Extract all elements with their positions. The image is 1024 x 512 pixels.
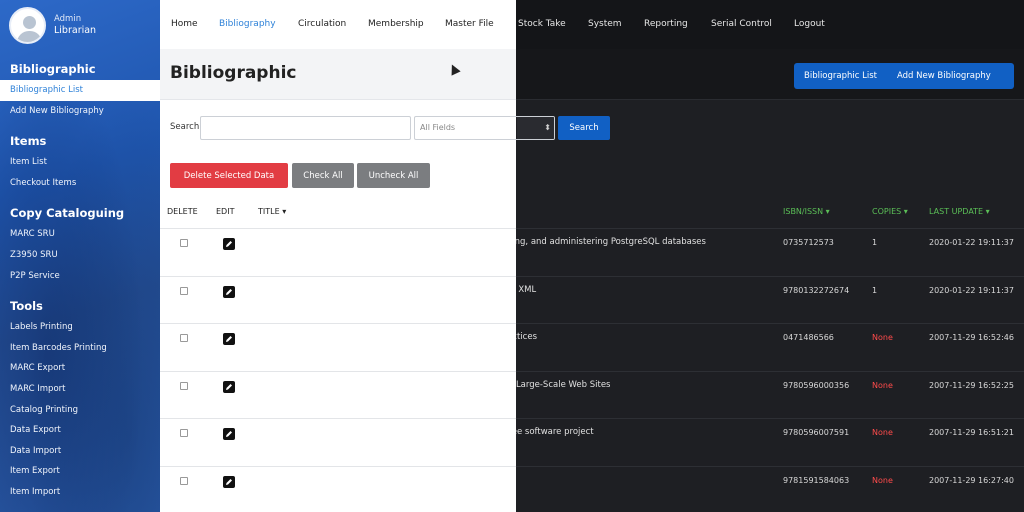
row-isbn: 9780132272674: [783, 285, 850, 295]
row-copies: 1: [872, 238, 878, 247]
nav-circulation[interactable]: Circulation: [298, 0, 346, 49]
sidebar-item-data-import[interactable]: Data Import: [0, 441, 160, 462]
nav-bibliography[interactable]: Bibliography: [219, 0, 276, 49]
row-divider: [160, 370, 516, 372]
search-label: Search: [170, 122, 200, 132]
row-divider: [160, 418, 516, 419]
row-last-update: 2007-11-29 16:52:25: [929, 380, 1014, 390]
delete-selected-button[interactable]: Delete Selected Data: [170, 163, 288, 188]
search-button[interactable]: Search: [558, 116, 610, 140]
header-copies[interactable]: COPIES ▾: [872, 207, 908, 216]
row-last-update: 2020-01-22 19:11:37: [929, 285, 1014, 295]
row-divider: [516, 228, 1024, 229]
sidebar-item-z3950-sru[interactable]: Z3950 SRU: [0, 245, 160, 266]
sidebar-item-item-export[interactable]: Item Export: [0, 461, 160, 482]
row-divider: [516, 275, 1024, 277]
sidebar-item-p2p-service[interactable]: P2P Service: [0, 266, 160, 287]
search-input[interactable]: [200, 116, 411, 140]
edit-pencil-icon[interactable]: [223, 285, 235, 298]
sidebar-section-title: Tools: [10, 299, 43, 314]
row-isbn: 9780596000356: [783, 380, 850, 390]
sidebar-item-item-list[interactable]: Item List: [0, 152, 160, 173]
select-arrows-icon: ⬍: [544, 123, 551, 132]
sidebar: Admin Librarian Bibliographic Bibliograph…: [0, 0, 160, 512]
sidebar-item-item-barcodes-printing[interactable]: Item Barcodes Printing: [0, 338, 160, 359]
nav-reporting[interactable]: Reporting: [644, 0, 688, 49]
row-divider: [516, 418, 1024, 419]
header-button-group: Bibliographic List Add New Bibliography: [794, 63, 1014, 89]
row-divider: [516, 323, 1024, 324]
row-copies: None: [872, 475, 893, 485]
row-select-checkbox[interactable]: [180, 334, 188, 342]
sidebar-section-title: Items: [10, 134, 47, 149]
row-select-checkbox[interactable]: [180, 286, 188, 295]
row-last-update: 2020-01-22 19:11:37: [929, 238, 1014, 247]
row-divider: [160, 228, 516, 229]
user-profile: Admin Librarian: [0, 0, 160, 50]
row-last-update: 2007-11-29 16:52:46: [929, 333, 1014, 342]
edit-pencil-icon[interactable]: [223, 238, 235, 250]
row-copies: None: [872, 428, 893, 437]
edit-pencil-icon[interactable]: [223, 380, 235, 393]
nav-system[interactable]: System: [588, 0, 622, 49]
sidebar-menu: Bibliographic Bibliographic List Add New B…: [0, 58, 160, 503]
nav-membership[interactable]: Membership: [368, 0, 424, 49]
sidebar-item-item-import[interactable]: Item Import: [0, 482, 160, 503]
row-isbn: 0735712573: [783, 238, 834, 247]
nav-master-file[interactable]: Master File: [445, 0, 494, 49]
edit-pencil-icon[interactable]: [223, 428, 235, 440]
row-select-checkbox[interactable]: [180, 381, 188, 390]
sidebar-item-catalog-printing[interactable]: Catalog Printing: [0, 400, 160, 421]
nav-serial-control[interactable]: Serial Control: [711, 0, 772, 49]
sidebar-item-labels-printing[interactable]: Labels Printing: [0, 317, 160, 338]
uncheck-all-button[interactable]: Uncheck All: [357, 163, 430, 188]
sidebar-section-title: Copy Cataloguing: [10, 206, 125, 221]
row-isbn: 9781591584063: [783, 475, 850, 485]
edit-pencil-icon[interactable]: [223, 333, 235, 345]
page-title: Bibliographic: [170, 63, 297, 83]
row-divider: [160, 323, 516, 324]
sidebar-item-checkout-items[interactable]: Checkout Items: [0, 173, 160, 194]
nav-logout[interactable]: Logout: [794, 0, 825, 49]
sidebar-item-marc-export[interactable]: MARC Export: [0, 358, 160, 379]
check-all-button[interactable]: Check All: [292, 163, 354, 188]
bibliographic-list-button[interactable]: Bibliographic List: [794, 63, 887, 89]
profile-role: Admin: [54, 14, 82, 24]
row-last-update: 2007-11-29 16:27:40: [929, 475, 1014, 485]
row-select-checkbox[interactable]: [180, 429, 188, 437]
row-isbn: 9780596007591: [783, 428, 850, 437]
row-divider: [516, 465, 1024, 467]
add-new-bibliography-button[interactable]: Add New Bibliography: [887, 63, 1001, 89]
sidebar-item-bibliographic-list[interactable]: Bibliographic List: [0, 80, 160, 101]
sidebar-item-marc-sru[interactable]: MARC SRU: [0, 224, 160, 245]
sidebar-item-data-export[interactable]: Data Export: [0, 420, 160, 441]
nav-stock-take[interactable]: Stock Take: [518, 0, 566, 49]
header-edit: EDIT: [216, 207, 235, 216]
sidebar-item-marc-import[interactable]: MARC Import: [0, 379, 160, 400]
row-copies: 1: [872, 285, 878, 295]
sidebar-item-add-new-bibliography[interactable]: Add New Bibliography: [0, 101, 160, 122]
row-divider: [160, 465, 516, 467]
row-isbn: 0471486566: [783, 333, 834, 342]
row-select-checkbox[interactable]: [180, 476, 188, 485]
row-copies: None: [872, 333, 893, 342]
row-last-update: 2007-11-29 16:51:21: [929, 428, 1014, 437]
header-delete: DELETE: [167, 207, 198, 216]
avatar[interactable]: [9, 6, 46, 44]
header-title[interactable]: TITLE ▾: [258, 207, 286, 216]
row-divider: [160, 275, 516, 277]
row-select-checkbox[interactable]: [180, 239, 188, 247]
edit-pencil-icon[interactable]: [223, 475, 235, 488]
profile-name: Librarian: [54, 25, 97, 36]
row-divider: [516, 370, 1024, 372]
nav-home[interactable]: Home: [171, 0, 198, 49]
search-field-value: All Fields: [420, 123, 456, 132]
sidebar-section-title: Bibliographic: [10, 62, 96, 76]
search-field-select[interactable]: All Fields ⬍: [414, 116, 555, 140]
row-copies: None: [872, 380, 893, 390]
header-last-update[interactable]: LAST UPDATE ▾: [929, 207, 990, 216]
header-isbn[interactable]: ISBN/ISSN ▾: [783, 207, 830, 216]
